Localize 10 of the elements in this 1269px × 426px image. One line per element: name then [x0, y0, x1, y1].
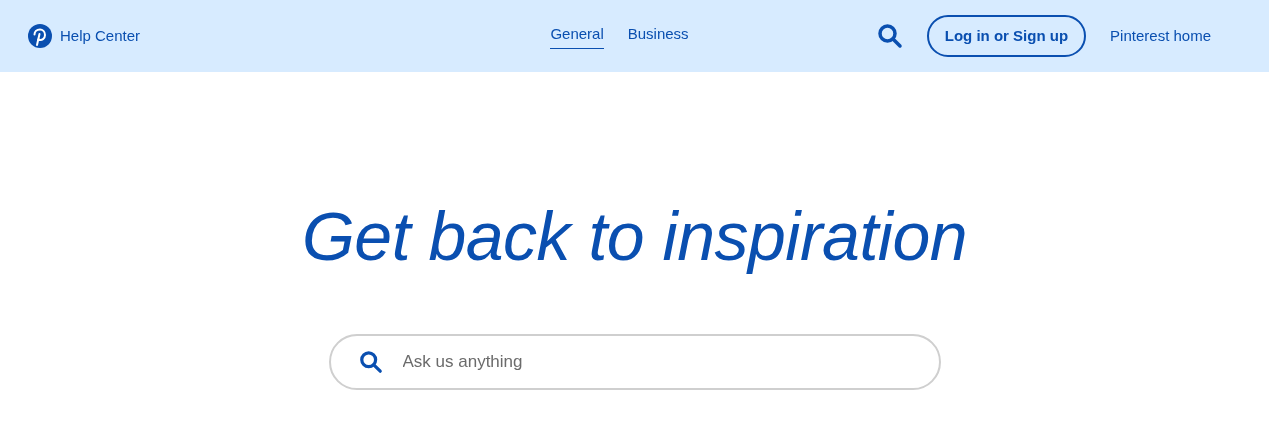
search-icon — [358, 349, 383, 374]
login-button[interactable]: Log in or Sign up — [926, 14, 1087, 58]
logo-icon[interactable] — [28, 24, 52, 48]
home-link[interactable]: Pinterest home — [1110, 24, 1211, 48]
search-field[interactable]: Ask us anything — [328, 333, 941, 390]
nav-tab[interactable]: Business — [627, 23, 689, 49]
brand-name: Help Center — [60, 25, 141, 46]
nav-tab[interactable]: General — [550, 23, 604, 49]
search-icon[interactable] — [876, 23, 903, 49]
hero-title: Get back to inspiration — [301, 197, 968, 276]
